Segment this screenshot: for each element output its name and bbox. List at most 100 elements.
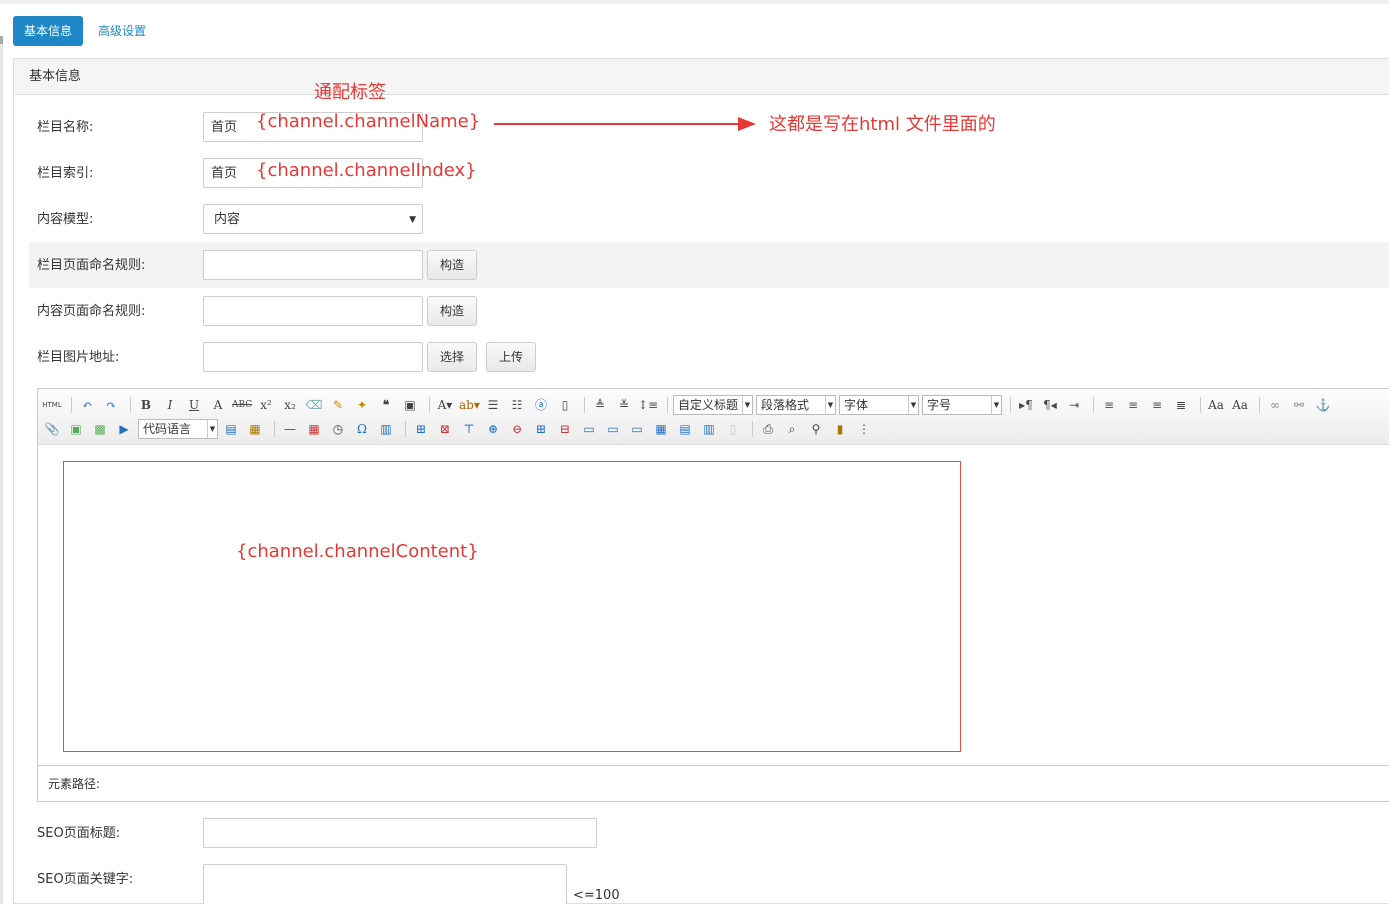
auto-format-icon[interactable]: ✦ <box>352 395 372 415</box>
split-cols-icon[interactable]: ▥ <box>699 419 719 439</box>
strikethrough-icon[interactable]: ABC <box>232 395 252 415</box>
split-rows-icon[interactable]: ▤ <box>675 419 695 439</box>
bold-icon[interactable]: B <box>136 395 156 415</box>
merge-cells-icon[interactable]: ▭ <box>579 419 599 439</box>
chevron-down-icon: ▼ <box>207 420 217 438</box>
anchor-icon[interactable]: ⚓ <box>1313 395 1333 415</box>
merge-down-icon[interactable]: ▭ <box>627 419 647 439</box>
html-source-icon[interactable]: HTML <box>42 395 62 415</box>
uppercase-icon[interactable]: Aa <box>1206 395 1226 415</box>
special-char-icon[interactable]: Ω <box>352 419 372 439</box>
insert-row-icon[interactable]: ⊕ <box>483 419 503 439</box>
time-icon[interactable]: ◷ <box>328 419 348 439</box>
attachment-icon[interactable]: 📎 <box>42 419 62 439</box>
unordered-list-icon[interactable]: ☷ <box>507 395 527 415</box>
row-spacing-bottom-icon[interactable]: ≚ <box>614 395 634 415</box>
preview-icon[interactable]: ⌕ <box>782 419 802 439</box>
font-family-combo[interactable]: 字体 ▼ <box>839 395 919 415</box>
toolbar-separator <box>667 397 668 413</box>
content-rule-build-button[interactable]: 构造 <box>427 296 477 326</box>
rtl-icon[interactable]: ¶◂ <box>1040 395 1060 415</box>
row-channel-index: 栏目索引: 首页 <box>29 150 1389 196</box>
content-model-label: 内容模型: <box>37 212 94 227</box>
underline-icon[interactable]: U <box>184 395 204 415</box>
help-icon[interactable]: ⋮ <box>854 419 874 439</box>
background-icon[interactable]: ▦ <box>245 419 265 439</box>
font-border-icon[interactable]: A <box>208 395 228 415</box>
search-replace-icon[interactable]: ⚲ <box>806 419 826 439</box>
image-upload-button[interactable]: 上传 <box>486 342 536 372</box>
content-model-select[interactable]: 内容 ▼ <box>203 204 423 234</box>
insert-paragraph-before-icon[interactable]: ⊤ <box>459 419 479 439</box>
horizontal-rule-icon[interactable]: — <box>280 419 300 439</box>
superscript-icon[interactable]: x² <box>256 395 276 415</box>
channel-rule-input[interactable] <box>203 250 423 280</box>
left-scroll-thumb[interactable] <box>0 36 3 44</box>
code-language-combo[interactable]: 代码语言 ▼ <box>138 419 218 439</box>
blockquote-icon[interactable]: ❝ <box>376 395 396 415</box>
image-icon[interactable]: ▣ <box>66 419 86 439</box>
channel-image-label: 栏目图片地址: <box>37 350 120 365</box>
align-right-icon[interactable]: ≡ <box>1147 395 1167 415</box>
indent-icon[interactable]: ⇥ <box>1064 395 1084 415</box>
toolbar-separator <box>1093 397 1094 413</box>
chevron-down-icon: ▼ <box>991 396 1001 414</box>
channel-rule-build-button[interactable]: 构造 <box>427 250 477 280</box>
redo-icon[interactable]: ↷ <box>101 395 121 415</box>
eraser-icon[interactable]: ⌫ <box>304 395 324 415</box>
tab-advanced-settings[interactable]: 高级设置 <box>98 16 146 46</box>
image-select-button[interactable]: 选择 <box>427 342 477 372</box>
delete-col-icon[interactable]: ⊟ <box>555 419 575 439</box>
split-cells-icon[interactable]: ▦ <box>651 419 671 439</box>
clear-doc-icon[interactable]: ▯ <box>555 395 575 415</box>
insert-table-icon[interactable]: ⊞ <box>411 419 431 439</box>
chevron-down-icon: ▼ <box>742 396 752 414</box>
lowercase-icon[interactable]: Aa <box>1230 395 1250 415</box>
editor-toolbar: HTML ↶ ↷ B I U A ABC x² x₂ ⌫ ✎ ✦ ❝ ▣ A▾ … <box>38 389 1389 445</box>
paragraph-combo[interactable]: 段落格式 ▼ <box>756 395 836 415</box>
font-size-combo[interactable]: 字号 ▼ <box>922 395 1002 415</box>
merge-right-icon[interactable]: ▭ <box>603 419 623 439</box>
channel-name-label: 栏目名称: <box>37 120 94 135</box>
seo-title-label: SEO页面标题: <box>37 826 121 841</box>
link-icon[interactable]: ∞ <box>1265 395 1285 415</box>
ltr-icon[interactable]: ▸¶ <box>1016 395 1036 415</box>
drafts-icon[interactable]: ▮ <box>830 419 850 439</box>
multi-image-icon[interactable]: ▩ <box>90 419 110 439</box>
italic-icon[interactable]: I <box>160 395 180 415</box>
print-icon[interactable]: ⎙ <box>758 419 778 439</box>
unlink-icon[interactable]: ⚯ <box>1289 395 1309 415</box>
paste-plain-icon[interactable]: ▣ <box>400 395 420 415</box>
align-center-icon[interactable]: ≡ <box>1123 395 1143 415</box>
html-file-note-annotation: 这都是写在html 文件里面的 <box>769 114 996 135</box>
delete-row-icon[interactable]: ⊖ <box>507 419 527 439</box>
background-color-icon[interactable]: ab▾ <box>459 395 480 415</box>
content-rule-input[interactable] <box>203 296 423 326</box>
channel-image-input[interactable] <box>203 342 423 372</box>
align-justify-icon[interactable]: ≣ <box>1171 395 1191 415</box>
toolbar-separator <box>584 397 585 413</box>
custom-title-combo[interactable]: 自定义标题 ▼ <box>673 395 753 415</box>
date-icon[interactable]: ▦ <box>304 419 324 439</box>
word-image-icon[interactable]: ▥ <box>376 419 396 439</box>
seo-title-input[interactable] <box>203 818 597 848</box>
align-left-icon[interactable]: ≡ <box>1099 395 1119 415</box>
template-icon[interactable]: ▤ <box>221 419 241 439</box>
tab-basic-info[interactable]: 基本信息 <box>13 16 84 46</box>
format-brush-icon[interactable]: ✎ <box>328 395 348 415</box>
subscript-icon[interactable]: x₂ <box>280 395 300 415</box>
chevron-down-icon: ▼ <box>908 396 918 414</box>
seo-keywords-hint: <=100 <box>573 888 620 903</box>
select-all-icon[interactable]: ⓐ <box>531 395 551 415</box>
seo-keywords-textarea[interactable] <box>203 864 567 904</box>
line-height-icon[interactable]: ↕≡ <box>638 395 658 415</box>
toolbar-separator <box>405 421 406 437</box>
insert-col-icon[interactable]: ⊞ <box>531 419 551 439</box>
font-color-icon[interactable]: A▾ <box>435 395 455 415</box>
charts-icon[interactable]: ▯ <box>723 419 743 439</box>
row-spacing-top-icon[interactable]: ≜ <box>590 395 610 415</box>
undo-icon[interactable]: ↶ <box>77 395 97 415</box>
delete-table-icon[interactable]: ⊠ <box>435 419 455 439</box>
ordered-list-icon[interactable]: ☰ <box>483 395 503 415</box>
video-icon[interactable]: ▶ <box>114 419 134 439</box>
